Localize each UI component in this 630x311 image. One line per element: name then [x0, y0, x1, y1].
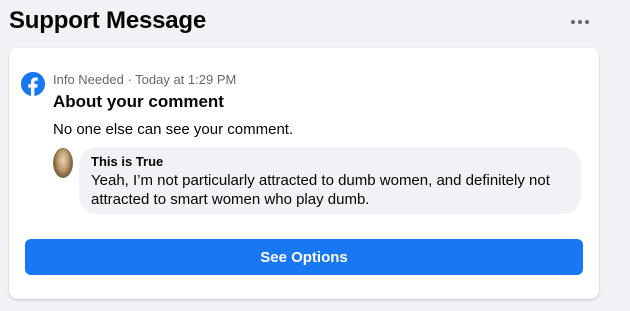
more-horizontal-icon: [571, 20, 575, 24]
comment-text: Yeah, I’m not particularly attracted to …: [91, 172, 550, 208]
see-options-button[interactable]: See Options: [25, 239, 583, 275]
more-dot: [578, 20, 582, 24]
card-heading: About your comment: [53, 92, 224, 111]
support-message-card: Info Needed · Today at 1:29 PM About you…: [9, 48, 599, 299]
avatar[interactable]: [53, 148, 73, 178]
facebook-logo-icon: [21, 72, 45, 96]
more-dot: [585, 20, 589, 24]
page-title: Support Message: [9, 7, 207, 34]
notification-body: No one else can see your comment.: [53, 121, 294, 138]
notification-meta: Info Needed · Today at 1:29 PM: [53, 72, 237, 87]
comment-author[interactable]: This is True: [91, 154, 569, 170]
more-options-button[interactable]: [568, 12, 592, 32]
comment-bubble: This is True Yeah, I’m not particularly …: [79, 147, 581, 214]
